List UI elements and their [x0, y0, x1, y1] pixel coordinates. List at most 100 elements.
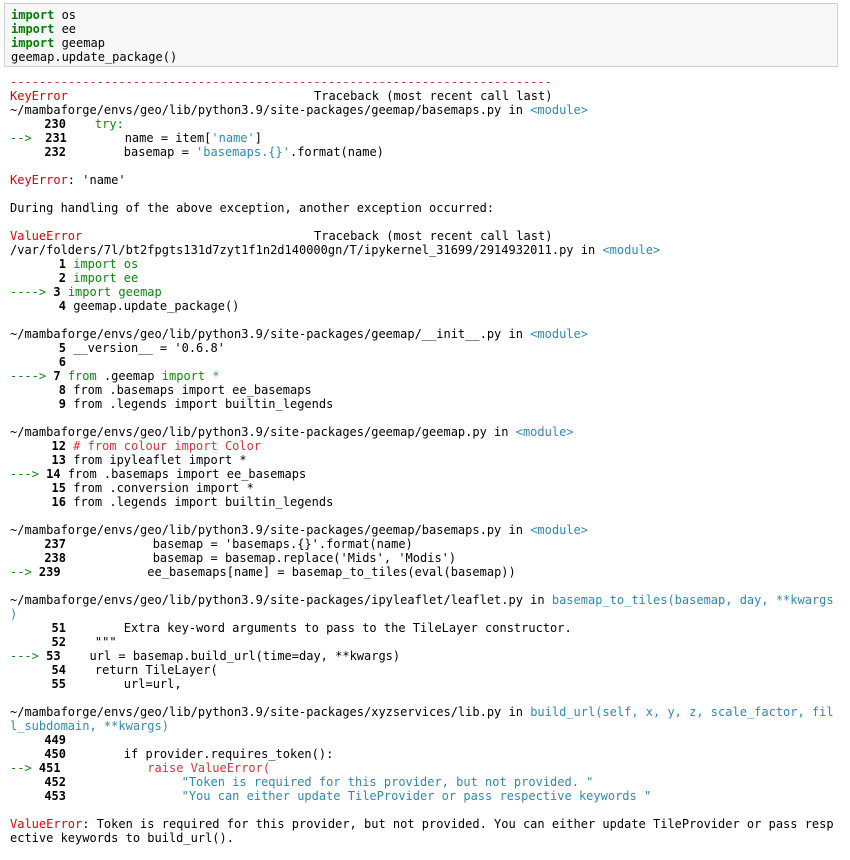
file-path: ~/mambaforge/envs/geo/lib/python3.9/site…: [10, 705, 502, 719]
code-text: return TileLayer(: [66, 663, 218, 677]
separator-line: ----------------------------------------…: [10, 75, 552, 89]
source-line: 232 basemap = 'basemaps.{}'.format(name): [10, 145, 384, 159]
frame-header: ~/mambaforge/envs/geo/lib/python3.9/site…: [10, 593, 834, 607]
code-text: ]: [254, 131, 262, 145]
code-text: url=url,: [66, 677, 182, 691]
scope-name: <module>: [515, 425, 574, 439]
file-path: /var/folders/7l/bt2fpgts131d7zyt1f1n2d14…: [10, 243, 574, 257]
code-text: geemap.update_package(): [73, 299, 240, 313]
keyword: import: [11, 8, 55, 22]
scope-name: <module>: [530, 523, 588, 537]
line-number: 5: [58, 341, 66, 355]
current-line-arrow: --->: [10, 467, 47, 481]
frame-header: ~/mambaforge/envs/geo/lib/python3.9/site…: [10, 103, 588, 117]
line-number: 452: [44, 775, 66, 789]
code-text: from .legends import builtin_legends: [73, 397, 334, 411]
current-line-arrow: ---->: [10, 285, 54, 299]
line-number: 55: [51, 677, 66, 691]
file-path: ~/mambaforge/envs/geo/lib/python3.9/site…: [10, 327, 502, 341]
code-text: try:: [66, 117, 124, 131]
current-line-arrow: ---->: [10, 369, 54, 383]
comment-text: # from colour import Color: [73, 439, 262, 453]
code-text: basemap = 'basemaps.{}'.format(name): [66, 537, 413, 551]
in-label: in: [486, 425, 516, 439]
line-number: 450: [44, 747, 66, 761]
source-line: 12 # from colour import Color: [10, 439, 262, 453]
line-number: 13: [51, 453, 66, 467]
source-line: 2 import ee: [10, 271, 139, 285]
file-path: ~/mambaforge/envs/geo/lib/python3.9/site…: [10, 593, 523, 607]
error-message: : Token is required for this provider, b…: [82, 817, 834, 831]
source-line: 55 url=url,: [10, 677, 182, 691]
code-text: raise ValueError(: [60, 761, 271, 775]
file-path: ~/mambaforge/envs/geo/lib/python3.9/site…: [10, 523, 502, 537]
source-line: 237 basemap = 'basemaps.{}'.format(name): [10, 537, 413, 551]
line-number: 12: [51, 439, 66, 453]
source-line-current: --> 451 raise ValueError(: [10, 761, 270, 775]
frame-header-wrap: ): [10, 607, 18, 621]
line-number: 6: [58, 355, 66, 369]
line-number: 16: [51, 495, 66, 509]
keyerror-line: KeyError: 'name': [10, 173, 126, 187]
source-line: 52 """: [10, 635, 117, 649]
line-number: 232: [44, 145, 66, 159]
code-text: __version__ = '0.6.8': [73, 341, 225, 355]
string-literal: "Token is required for this provider, bu…: [66, 775, 594, 789]
source-line: 51 Extra key-word arguments to pass to t…: [10, 621, 572, 635]
code-text: import ee: [73, 271, 139, 285]
string-literal: 'name': [211, 131, 255, 145]
line-number: 1: [58, 257, 66, 271]
traceback-header: ValueError Traceback (most recent call la…: [10, 229, 552, 243]
code-text: from .conversion import *: [73, 481, 254, 495]
code-text: basemap =: [66, 145, 197, 159]
traceback-header: KeyError Traceback (most recent call last…: [10, 89, 552, 103]
source-line: 16 from .legends import builtin_legends: [10, 495, 334, 509]
code-text: basemap = basemap.replace('Mids', 'Modis…: [66, 551, 457, 565]
string-literal: "You can either update TileProvider or p…: [66, 789, 652, 803]
code-line: import ee: [11, 22, 831, 36]
line-number: 451: [38, 761, 61, 775]
code-line: import os: [11, 8, 831, 22]
frame-header: /var/folders/7l/bt2fpgts131d7zyt1f1n2d14…: [10, 243, 660, 257]
source-line-current: ---> 14 from .basemaps import ee_basemap…: [10, 467, 306, 481]
code-text: url = basemap.build_url(time=day, **kwar…: [60, 649, 401, 663]
chained-exception-note: During handling of the above exception, …: [10, 201, 495, 215]
code-text: geemap: [54, 36, 105, 50]
line-number: 230: [44, 117, 66, 131]
error-name: KeyError: [10, 89, 68, 103]
source-line: 9 from .legends import builtin_legends: [10, 397, 334, 411]
scope-name: <module>: [602, 243, 661, 257]
source-line: 453 "You can either update TileProvider …: [10, 789, 651, 803]
frame-header: ~/mambaforge/envs/geo/lib/python3.9/site…: [10, 705, 834, 719]
source-line-current: ---> 53 url = basemap.build_url(time=day…: [10, 649, 400, 663]
code-text: ee: [54, 22, 77, 36]
line-number: 9: [58, 397, 66, 411]
line-number: 51: [51, 621, 66, 635]
source-line: 1 import os: [10, 257, 139, 271]
code-text: Extra key-word arguments to pass to the …: [66, 621, 572, 635]
in-label: in: [573, 243, 603, 257]
keyword: import: [161, 369, 206, 383]
line-number: 4: [58, 299, 66, 313]
line-number: 238: [44, 551, 66, 565]
string-literal: 'basemaps.{}': [196, 145, 290, 159]
code-text: ee_basemaps[name] = basemap_to_tiles(eva…: [60, 565, 516, 579]
source-line: 54 return TileLayer(: [10, 663, 218, 677]
code-text: geemap.update_package(): [11, 50, 178, 64]
line-number: 237: [44, 537, 66, 551]
error-name: KeyError: [10, 173, 68, 187]
in-label: in: [501, 103, 531, 117]
error-name: ValueError: [10, 817, 83, 831]
code-text: from .basemaps import ee_basemaps: [73, 383, 312, 397]
source-line: 452 "Token is required for this provider…: [10, 775, 593, 789]
code-text: os: [54, 8, 77, 22]
source-line: 238 basemap = basemap.replace('Mids', 'M…: [10, 551, 456, 565]
current-line-arrow: -->: [10, 761, 39, 775]
line-number: 449: [44, 733, 66, 747]
code-input-cell[interactable]: import os import ee import geemap geemap…: [4, 3, 838, 67]
code-text: name = item[: [66, 131, 212, 145]
source-line: 8 from .basemaps import ee_basemaps: [10, 383, 312, 397]
scope-name: basemap_to_tiles(basemap, day, **kwargs: [551, 593, 834, 607]
keyword: import: [11, 22, 55, 36]
code-text: .geemap: [96, 369, 162, 383]
